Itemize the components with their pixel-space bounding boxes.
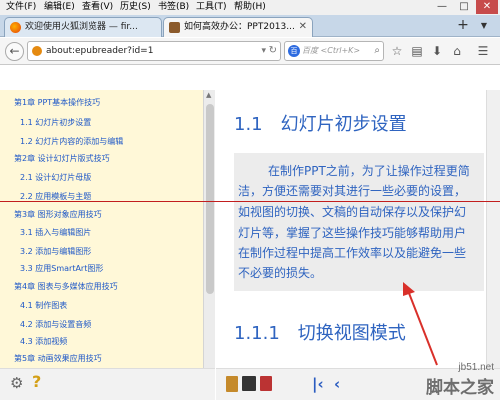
watermark-site: jb51.net — [458, 362, 494, 373]
toc-scrollbar[interactable]: ▲ — [203, 90, 215, 368]
toc-section-3-2[interactable]: 3.2 添加与编辑图形 — [20, 246, 91, 257]
paragraph-line: 在制作过程中提高工作效率以及能避免一些 — [238, 246, 467, 260]
search-placeholder: 百度 <Ctrl+K> — [302, 46, 361, 55]
tab-epub[interactable]: 如何高效办公：PPT2013... ✕ — [163, 17, 313, 37]
annotation-arrow — [403, 282, 438, 366]
arrow-head — [403, 282, 415, 296]
download-icon[interactable]: ⬇ — [429, 43, 445, 59]
book-icon — [169, 22, 180, 33]
back-icon[interactable]: ← — [5, 42, 24, 61]
close-tab-icon[interactable]: ✕ — [299, 18, 307, 36]
subsection-heading: 1.1.1 切换视图模式 — [234, 323, 406, 344]
toc-section-1-1[interactable]: 1.1 幻灯片初步设置 — [20, 117, 91, 128]
paragraph-box: 在制作PPT之前，为了让操作过程更简 洁，方便还需要对其进行一些必要的设置， 如… — [234, 153, 484, 291]
watermark-name: 脚本之家 — [426, 378, 494, 398]
bookmark-icon[interactable] — [260, 376, 272, 391]
menu-icon[interactable]: ☰ — [475, 43, 491, 59]
paragraph-line: 在制作PPT之前，为了让操作过程更简 — [268, 164, 470, 178]
toc-sidebar: 第1章 PPT基本操作技巧 1.1 幻灯片初步设置 1.2 幻灯片内容的添加与编… — [0, 90, 203, 368]
toc-section-4-1[interactable]: 4.1 制作图表 — [20, 300, 67, 311]
menu-bar: 文件(F) 编辑(E) 查看(V) 历史(S) 书签(B) 工具(T) 帮助(H… — [0, 0, 500, 15]
maximize-button[interactable]: □ — [454, 0, 474, 14]
toc-chapter-2[interactable]: 第2章 设计幻灯片版式技巧 — [14, 153, 110, 164]
sidebar-footer: ⚙ ? — [0, 368, 215, 400]
firefox-icon — [10, 22, 21, 33]
toc-chapter-5[interactable]: 第5章 动画效果应用技巧 — [14, 353, 102, 364]
star-icon[interactable]: ☆ — [389, 43, 405, 59]
page-icon — [32, 46, 42, 56]
nav-bar: ← about:epubreader?id=1 ▾ ↻ 百 百度 <Ctrl+K… — [0, 38, 500, 65]
help-icon[interactable]: ? — [32, 372, 41, 391]
save-icon[interactable] — [242, 376, 256, 391]
bookmarks-icon[interactable]: ▤ — [409, 43, 425, 59]
url-text: about:epubreader?id=1 — [46, 46, 154, 56]
minimize-button[interactable]: — — [432, 0, 452, 14]
menu-tools[interactable]: 工具(T) — [196, 1, 227, 14]
toc-section-4-2[interactable]: 4.2 添加与设置音频 — [20, 319, 91, 330]
toc-chapter-3[interactable]: 第3章 图形对象应用技巧 — [14, 209, 102, 220]
paragraph-line: 不必要的损失。 — [238, 266, 323, 280]
dropdown-icon[interactable]: ▾ — [261, 42, 266, 60]
red-guide-line — [0, 201, 500, 202]
paragraph-line: 灯片等，掌握了这些操作技巧能够帮助用户 — [238, 226, 467, 240]
toc-scrollbar-thumb[interactable] — [206, 104, 214, 294]
toc-section-2-1[interactable]: 2.1 设计幻灯片母版 — [20, 172, 91, 183]
paragraph-line: 洁，方便还需要对其进行一些必要的设置， — [238, 184, 467, 198]
toc-section-4-3[interactable]: 4.3 添加视频 — [20, 336, 67, 347]
menu-edit[interactable]: 编辑(E) — [44, 1, 75, 14]
menu-view[interactable]: 查看(V) — [82, 1, 113, 14]
reader-content: 1.1 幻灯片初步设置 在制作PPT之前，为了让操作过程更简 洁，方便还需要对其… — [216, 90, 500, 368]
reload-icon[interactable]: ↻ — [269, 42, 277, 60]
gear-icon[interactable]: ⚙ — [10, 374, 23, 392]
menu-history[interactable]: 历史(S) — [120, 1, 151, 14]
first-page-icon[interactable]: |‹ — [312, 375, 324, 393]
previous-page-icon[interactable]: ‹ — [334, 375, 340, 393]
url-bar[interactable]: about:epubreader?id=1 ▾ ↻ — [27, 41, 281, 61]
baidu-icon: 百 — [288, 45, 300, 57]
scroll-up-icon[interactable]: ▲ — [206, 91, 211, 99]
toc-section-3-3[interactable]: 3.3 应用SmartArt图形 — [20, 263, 103, 274]
paragraph-line: 如视图的切换、文稿的自动保存以及保护幻 — [238, 205, 467, 219]
menu-help[interactable]: 帮助(H) — [234, 1, 266, 14]
toc-section-1-2[interactable]: 1.2 幻灯片内容的添加与编辑 — [20, 136, 123, 147]
close-window-button[interactable]: ✕ — [476, 0, 498, 14]
search-icon[interactable]: ⌕ — [374, 42, 380, 60]
search-bar[interactable]: 百 百度 <Ctrl+K> ⌕ — [284, 41, 384, 61]
menu-bookmarks[interactable]: 书签(B) — [158, 1, 189, 14]
tab-welcome[interactable]: 欢迎使用火狐浏览器 — fir... — [4, 17, 162, 37]
tab-label: 欢迎使用火狐浏览器 — fir... — [25, 22, 138, 32]
arrow-shaft — [406, 287, 438, 366]
tab-strip: 欢迎使用火狐浏览器 — fir... 如何高效办公：PPT2013... ✕ — [0, 15, 500, 37]
toc-chapter-4[interactable]: 第4章 图表与多媒体应用技巧 — [14, 281, 118, 292]
tab-list-icon[interactable]: ▼ — [478, 20, 490, 32]
library-icon[interactable] — [226, 376, 238, 392]
tab-label: 如何高效办公：PPT2013... — [184, 22, 295, 32]
toc-section-3-1[interactable]: 3.1 插入与编辑图片 — [20, 227, 91, 238]
section-heading: 1.1 幻灯片初步设置 — [234, 114, 407, 135]
home-icon[interactable]: ⌂ — [449, 43, 465, 59]
toc-chapter-1[interactable]: 第1章 PPT基本操作技巧 — [14, 97, 100, 108]
new-tab-icon[interactable]: + — [455, 18, 471, 34]
content-scrollbar[interactable] — [486, 90, 500, 368]
menu-file[interactable]: 文件(F) — [6, 1, 36, 14]
watermark: jb51.net 脚本之家 — [426, 362, 494, 398]
